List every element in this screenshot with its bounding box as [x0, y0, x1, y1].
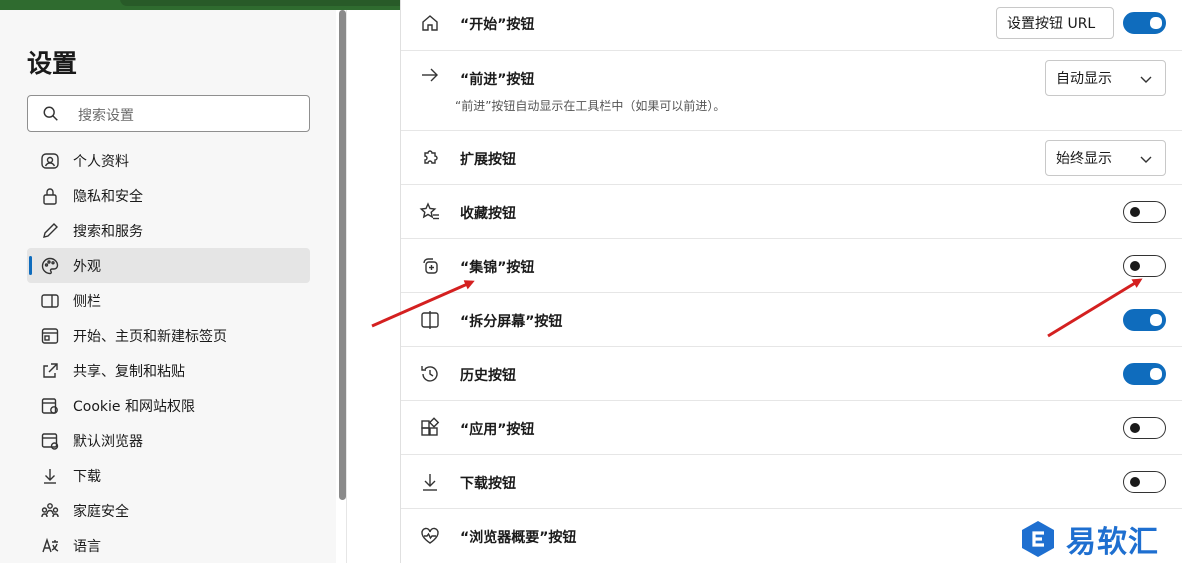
- row-downloads-button: 下载按钮: [401, 455, 1182, 509]
- toggle-knob: [1130, 261, 1140, 271]
- sidebar-item-languages[interactable]: 语言: [27, 528, 310, 563]
- setting-label: 扩展按钮: [460, 152, 516, 168]
- palette-icon: [39, 255, 61, 277]
- extensions-button-dropdown[interactable]: 始终显示: [1045, 140, 1166, 176]
- sidebar-item-label: 共享、复制和粘贴: [73, 363, 185, 380]
- collections-button-toggle[interactable]: [1123, 255, 1166, 277]
- share-icon: [39, 360, 61, 382]
- browser-icon: [39, 430, 61, 452]
- settings-title: 设置: [27, 49, 78, 78]
- sidebar-scrollbar[interactable]: [339, 10, 346, 500]
- sidebar-item-label: 侧栏: [73, 293, 101, 310]
- row-forward-button: “前进”按钮 “前进”按钮自动显示在工具栏中（如果可以前进）。 自动显示: [401, 51, 1182, 131]
- row-split-screen-button: “拆分屏幕”按钮: [401, 293, 1182, 347]
- sidebar-item-downloads[interactable]: 下载: [27, 458, 310, 493]
- sidebar-item-label: 默认浏览器: [73, 433, 143, 450]
- row-favorites-button: 收藏按钮: [401, 185, 1182, 239]
- puzzle-icon: [419, 147, 441, 169]
- profile-icon: [39, 150, 61, 172]
- downloads-button-toggle[interactable]: [1123, 471, 1166, 493]
- family-icon: [39, 500, 61, 522]
- toggle-knob: [1150, 17, 1162, 29]
- apps-icon: [419, 417, 441, 439]
- setting-label: “拆分屏幕”按钮: [460, 314, 563, 330]
- heart-pulse-icon: [419, 525, 441, 547]
- split-screen-button-toggle[interactable]: [1123, 309, 1166, 331]
- favorites-button-toggle[interactable]: [1123, 201, 1166, 223]
- toggle-knob: [1130, 207, 1140, 217]
- setting-label: “浏览器概要”按钮: [460, 530, 577, 546]
- sidebar-item-label: Cookie 和网站权限: [73, 398, 195, 415]
- sidebar-item-label: 家庭安全: [73, 503, 129, 520]
- search-icon: [43, 106, 58, 121]
- split-screen-icon: [419, 309, 441, 331]
- setting-label: 下载按钮: [460, 476, 516, 492]
- history-button-toggle[interactable]: [1123, 363, 1166, 385]
- toggle-knob: [1130, 477, 1140, 487]
- setting-label: “开始”按钮: [460, 17, 535, 33]
- pencil-icon: [39, 220, 61, 242]
- collections-icon: [419, 255, 441, 277]
- watermark: 易软汇: [1014, 515, 1182, 563]
- sidebar-item-search-services[interactable]: 搜索和服务: [27, 213, 310, 248]
- toggle-knob: [1150, 314, 1162, 326]
- sidebar-item-appearance[interactable]: 外观: [27, 248, 310, 283]
- toggle-knob: [1150, 368, 1162, 380]
- history-icon: [419, 363, 441, 385]
- sidebar-icon: [39, 290, 61, 312]
- sidebar-item-family-safety[interactable]: 家庭安全: [27, 493, 310, 528]
- sidebar-item-cookies[interactable]: Cookie 和网站权限: [27, 388, 310, 423]
- row-extensions-button: 扩展按钮 始终显示: [401, 131, 1182, 185]
- sidebar-item-label: 隐私和安全: [73, 188, 143, 205]
- sidebar-item-privacy[interactable]: 隐私和安全: [27, 178, 310, 213]
- search-settings-input[interactable]: 搜索设置: [27, 95, 310, 132]
- lock-icon: [39, 185, 61, 207]
- row-home-button: “开始”按钮 设置按钮 URL: [401, 0, 1182, 51]
- setting-description: “前进”按钮自动显示在工具栏中（如果可以前进）。: [455, 99, 726, 113]
- sidebar-item-default-browser[interactable]: 默认浏览器: [27, 423, 310, 458]
- home-button-toggle[interactable]: [1123, 12, 1166, 34]
- sidebar-item-profile[interactable]: 个人资料: [27, 143, 310, 178]
- setting-label: “应用”按钮: [460, 422, 535, 438]
- language-icon: [39, 535, 61, 557]
- sidebar-nav: 个人资料 隐私和安全 搜索和服务 外观 侧栏 开始、主页和新建标签页 共享、复制…: [27, 143, 310, 563]
- search-placeholder: 搜索设置: [78, 108, 134, 124]
- dropdown-value: 始终显示: [1056, 151, 1112, 167]
- favorites-star-icon: [419, 201, 441, 223]
- toggle-knob: [1130, 423, 1140, 433]
- sidebar-item-label: 个人资料: [73, 153, 129, 170]
- sidebar-item-label: 下载: [73, 468, 101, 485]
- home-icon: [419, 12, 441, 34]
- chevron-down-icon: [1140, 156, 1152, 163]
- settings-main: “开始”按钮 设置按钮 URL “前进”按钮 “前进”按钮自动显示在工具栏中（如…: [400, 0, 1182, 563]
- cookie-icon: [39, 395, 61, 417]
- sidebar-item-sidebar[interactable]: 侧栏: [27, 283, 310, 318]
- arrow-right-icon: [419, 64, 441, 86]
- setting-label: 历史按钮: [460, 368, 516, 384]
- home-tab-icon: [39, 325, 61, 347]
- sidebar-item-share-copy-paste[interactable]: 共享、复制和粘贴: [27, 353, 310, 388]
- setting-label: “前进”按钮: [460, 72, 535, 88]
- sidebar-item-label: 外观: [73, 258, 101, 275]
- row-history-button: 历史按钮: [401, 347, 1182, 401]
- row-apps-button: “应用”按钮: [401, 401, 1182, 455]
- download-icon: [419, 471, 441, 493]
- set-button-url-button[interactable]: 设置按钮 URL: [996, 7, 1114, 39]
- sidebar-item-label: 开始、主页和新建标签页: [73, 328, 227, 345]
- apps-button-toggle[interactable]: [1123, 417, 1166, 439]
- download-icon: [39, 465, 61, 487]
- setting-label: “集锦”按钮: [460, 260, 535, 276]
- sidebar-divider: [346, 10, 347, 563]
- sidebar-item-start-home-newtab[interactable]: 开始、主页和新建标签页: [27, 318, 310, 353]
- sidebar-item-label: 搜索和服务: [73, 223, 143, 240]
- setting-label: 收藏按钮: [460, 206, 516, 222]
- sidebar-item-label: 语言: [73, 538, 101, 555]
- watermark-logo-icon: [1022, 521, 1054, 557]
- dropdown-value: 自动显示: [1056, 71, 1112, 87]
- forward-button-dropdown[interactable]: 自动显示: [1045, 60, 1166, 96]
- watermark-text: 易软汇: [1066, 525, 1159, 560]
- row-collections-button: “集锦”按钮: [401, 239, 1182, 293]
- chevron-down-icon: [1140, 76, 1152, 83]
